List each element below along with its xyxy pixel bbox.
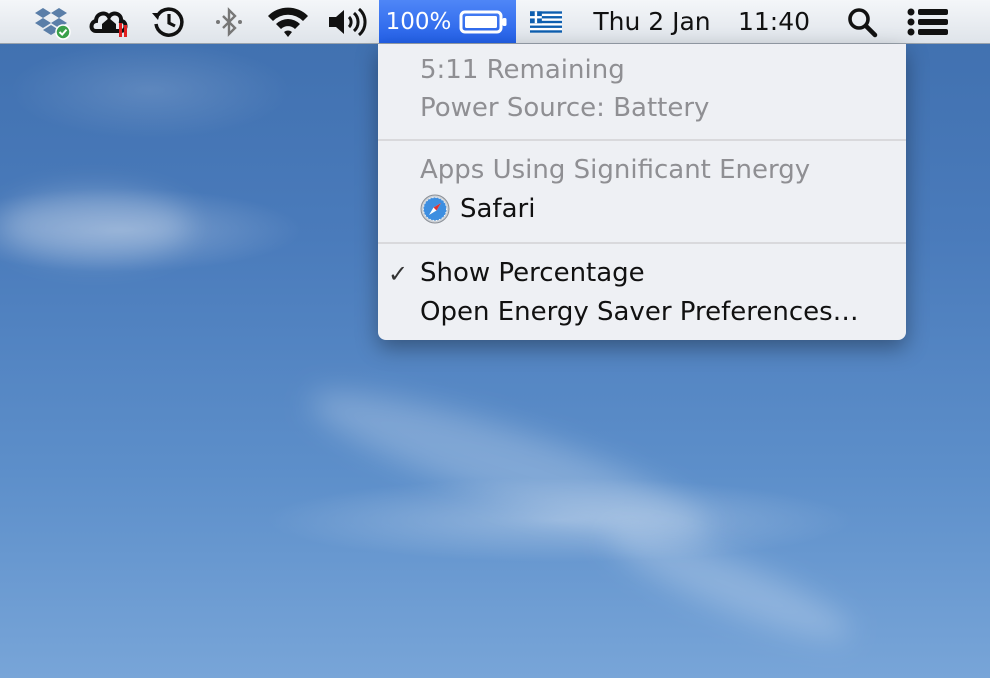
wallpaper-cloud [0,190,190,260]
dropbox-status-item[interactable] [30,0,76,43]
clock-date[interactable]: Thu 2 Jan [586,0,718,43]
cloud-sync-status-item[interactable] [86,0,134,43]
apps-energy-header: Apps Using Significant Energy [420,155,811,185]
safari-icon [420,194,450,224]
clock-time[interactable]: 11:40 [732,0,816,43]
volume-icon [329,7,367,36]
wallpaper-cloud [299,366,721,564]
wifi-icon [268,7,308,37]
cloud-sync-icon [89,11,128,37]
bluetooth-icon [216,6,242,37]
battery-status-item[interactable]: 100% [379,0,516,43]
wallpaper-cloud [600,513,860,657]
greek-flag-icon [530,10,562,33]
menu-bar: 100% Thu 2 Jan 11:40 [0,0,990,44]
time-machine-status-item[interactable] [148,0,190,43]
bluetooth-status-item[interactable] [212,0,246,43]
dropbox-icon [35,7,71,40]
app-item-safari[interactable]: Safari [460,191,535,227]
input-source-status-item[interactable] [528,0,564,43]
battery-icon [459,10,507,33]
spotlight-button[interactable] [842,0,882,43]
show-percentage-item[interactable]: Show Percentage [420,255,645,291]
power-source: Power Source: Battery [420,93,710,123]
spotlight-search-icon [848,7,878,37]
menu-separator [378,139,906,141]
menu-separator [378,242,906,244]
wifi-status-item[interactable] [264,0,312,43]
battery-percentage: 100% [385,8,452,35]
battery-menu: 5:11 Remaining Power Source: Battery App… [378,44,906,340]
time-remaining: 5:11 Remaining [420,55,625,85]
checkmark-icon: ✓ [388,260,409,288]
open-energy-saver-preferences-item[interactable]: Open Energy Saver Preferences… [420,294,859,330]
volume-status-item[interactable] [326,0,368,43]
notification-center-icon [907,8,948,35]
time-machine-icon [152,6,184,37]
notification-center-button[interactable] [904,0,952,43]
